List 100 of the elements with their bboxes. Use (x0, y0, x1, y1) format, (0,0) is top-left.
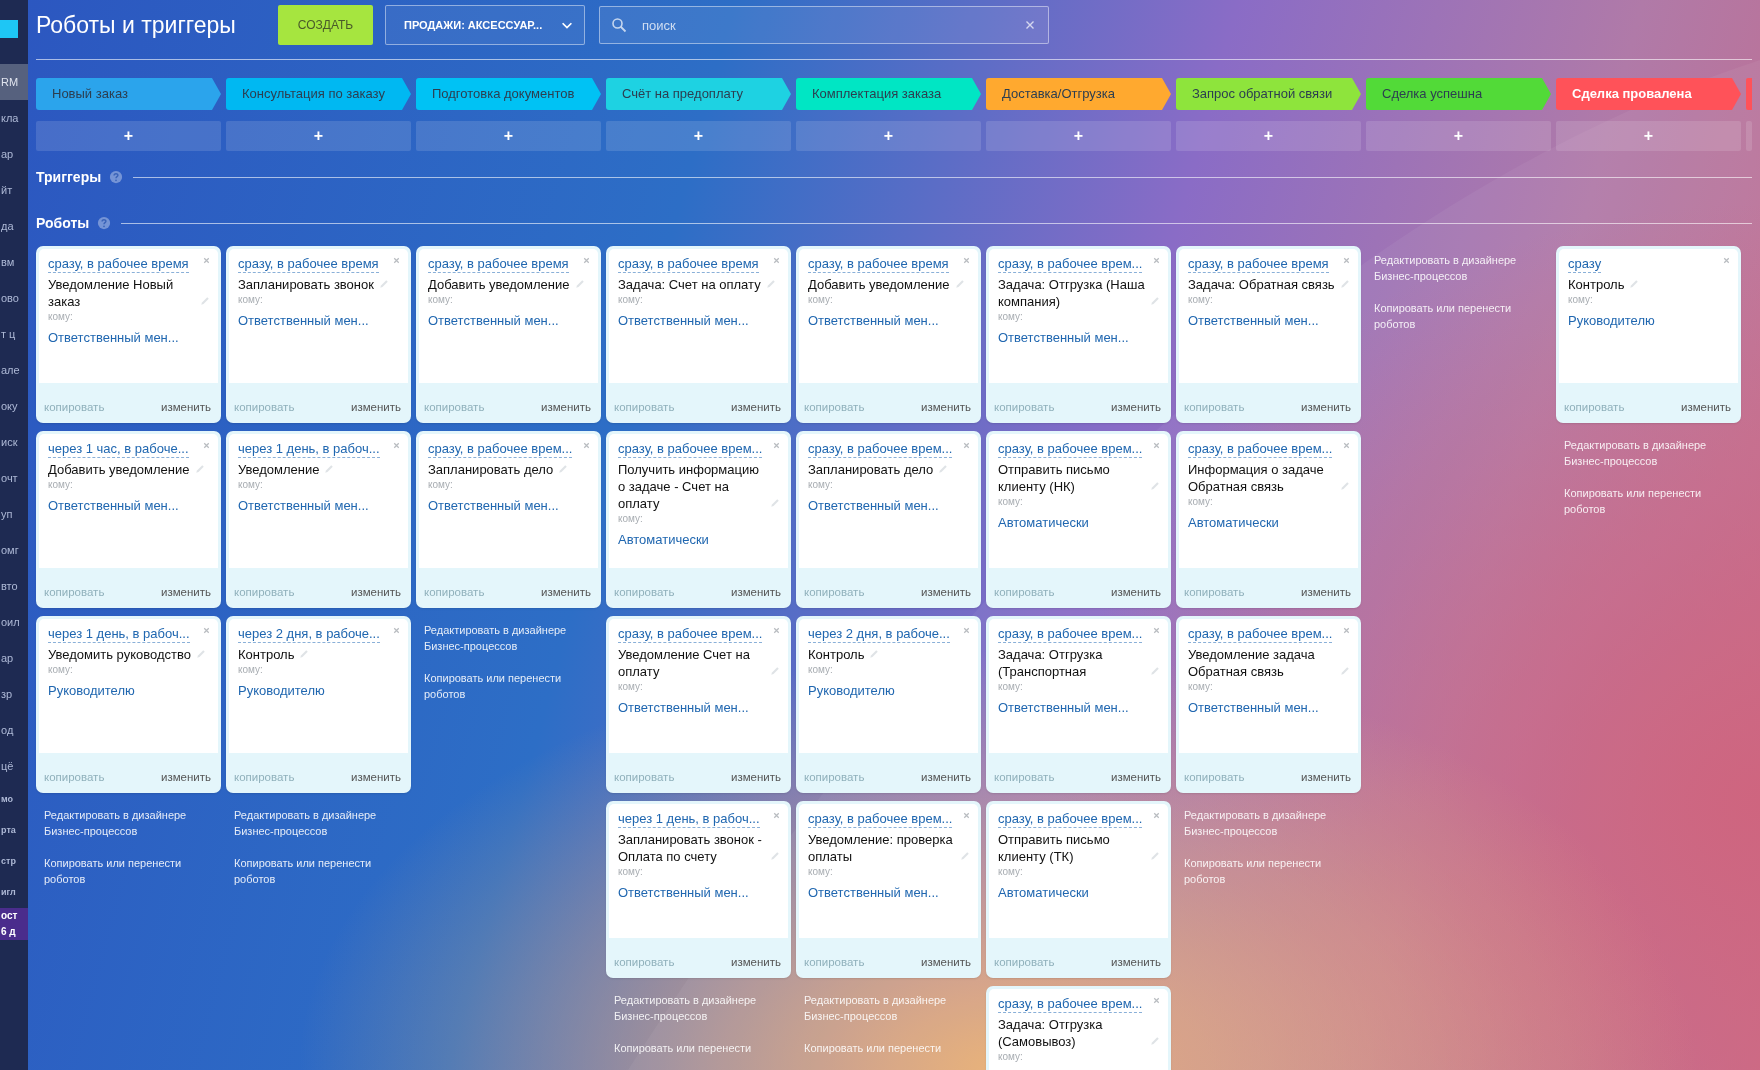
designer-link[interactable]: Копировать или перенести роботов (1366, 300, 1537, 332)
edit-button[interactable]: изменить (350, 401, 401, 413)
help-icon[interactable] (97, 216, 112, 230)
sidebar-item[interactable]: вм (0, 244, 28, 280)
sidebar-item[interactable]: иск (0, 424, 28, 460)
close-icon[interactable] (772, 811, 781, 820)
recipient-link[interactable]: Автоматически (998, 515, 1161, 530)
recipient-link[interactable]: Ответственный мен... (618, 885, 781, 900)
sidebar-item[interactable]: омг (0, 532, 28, 568)
close-icon[interactable] (962, 441, 971, 450)
designer-link[interactable]: Редактировать в дизайнере Бизнес-процессов (416, 622, 587, 654)
sidebar-item[interactable]: т ц (0, 316, 28, 352)
pencil-icon[interactable] (1339, 665, 1351, 677)
close-icon[interactable] (392, 256, 401, 265)
close-icon[interactable] (772, 626, 781, 635)
edit-button[interactable]: изменить (920, 771, 971, 783)
sidebar-item[interactable]: 6 д (0, 924, 28, 940)
sidebar-item[interactable]: RM (0, 64, 28, 100)
recipient-link[interactable]: Ответственный мен... (808, 313, 971, 328)
pencil-icon[interactable] (769, 850, 781, 862)
stage-tab[interactable]: Сделка провалена (1556, 78, 1741, 110)
stage-tab[interactable]: Доставка/Отгрузка (986, 78, 1171, 110)
close-icon[interactable] (1152, 256, 1161, 265)
recipient-link[interactable]: Ответственный мен... (48, 498, 211, 513)
edit-button[interactable]: изменить (920, 586, 971, 598)
help-icon[interactable] (109, 170, 124, 184)
add-trigger-button[interactable]: + (986, 121, 1171, 151)
stage-tab[interactable] (1746, 78, 1752, 110)
delay-link[interactable]: сразу, в рабочее врем... (808, 440, 953, 458)
delay-link[interactable]: через 1 день, в рабоч... (618, 810, 760, 828)
close-icon[interactable] (1342, 441, 1351, 450)
delay-link[interactable]: сразу, в рабочее время (618, 255, 759, 273)
edit-button[interactable]: изменить (160, 401, 211, 413)
recipient-link[interactable]: Ответственный мен... (998, 700, 1161, 715)
stage-tab[interactable]: Счёт на предоплату (606, 78, 791, 110)
delay-link[interactable]: через 2 дня, в рабоче... (238, 625, 380, 643)
close-icon[interactable] (962, 256, 971, 265)
delay-link[interactable]: сразу, в рабочее врем... (1188, 625, 1333, 643)
recipient-link[interactable]: Руководителю (48, 683, 211, 698)
pencil-icon[interactable] (1338, 278, 1351, 290)
add-trigger-button[interactable]: + (1176, 121, 1361, 151)
pencil-icon[interactable] (769, 665, 781, 677)
designer-link[interactable]: Редактировать в дизайнере Бизнес-процессов (36, 807, 207, 839)
edit-button[interactable]: изменить (920, 956, 971, 968)
sidebar-item[interactable]: мо (0, 784, 28, 815)
close-icon[interactable] (772, 441, 781, 450)
delay-link[interactable]: сразу, в рабочее время (238, 255, 379, 273)
pencil-icon[interactable] (1628, 278, 1641, 290)
delay-link[interactable]: сразу, в рабочее врем... (618, 440, 763, 458)
edit-button[interactable]: изменить (350, 771, 401, 783)
add-trigger-button[interactable]: + (226, 121, 411, 151)
close-icon[interactable] (1722, 256, 1731, 265)
sidebar-item[interactable]: ово (0, 280, 28, 316)
pencil-icon[interactable] (937, 463, 950, 475)
recipient-link[interactable]: Руководителю (808, 683, 971, 698)
edit-button[interactable]: изменить (1300, 586, 1351, 598)
sidebar-item[interactable]: да (0, 208, 28, 244)
sidebar-item[interactable]: йт (0, 172, 28, 208)
sidebar-item[interactable]: очт (0, 460, 28, 496)
sidebar-item[interactable]: ост (0, 908, 28, 924)
add-trigger-button[interactable]: + (796, 121, 981, 151)
designer-link[interactable]: Редактировать в дизайнере Бизнес-процессов (1556, 437, 1727, 469)
stage-tab[interactable]: Комплектация заказа (796, 78, 981, 110)
edit-button[interactable]: изменить (730, 956, 781, 968)
pencil-icon[interactable] (1149, 295, 1161, 307)
create-button[interactable]: СОЗДАТЬ (278, 5, 373, 45)
recipient-link[interactable]: Ответственный мен... (618, 700, 781, 715)
recipient-link[interactable]: Автоматически (1188, 515, 1351, 530)
close-icon[interactable] (1152, 441, 1161, 450)
add-trigger-button[interactable]: + (606, 121, 791, 151)
close-icon[interactable] (962, 626, 971, 635)
edit-button[interactable]: изменить (730, 401, 781, 413)
edit-button[interactable]: изменить (540, 586, 591, 598)
edit-button[interactable]: изменить (1110, 771, 1161, 783)
close-icon[interactable] (392, 626, 401, 635)
sidebar-item[interactable]: од (0, 712, 28, 748)
pencil-icon[interactable] (377, 278, 390, 290)
delay-link[interactable]: через 2 дня, в рабоче... (808, 625, 950, 643)
designer-link[interactable]: Редактировать в дизайнере Бизнес-процессов (226, 807, 397, 839)
edit-button[interactable]: изменить (540, 401, 591, 413)
delay-link[interactable]: через 1 день, в рабоч... (238, 440, 380, 458)
recipient-link[interactable]: Ответственный мен... (1188, 313, 1351, 328)
pencil-icon[interactable] (868, 648, 881, 660)
pencil-icon[interactable] (1339, 480, 1351, 492)
delay-link[interactable]: сразу, в рабочее врем... (998, 440, 1143, 458)
pencil-icon[interactable] (1149, 480, 1161, 492)
close-icon[interactable] (582, 441, 591, 450)
delay-link[interactable]: сразу, в рабочее время (808, 255, 949, 273)
delay-link[interactable]: через 1 день, в рабоч... (48, 625, 190, 643)
pipeline-dropdown[interactable]: ПРОДАЖИ: АКСЕССУАР... (385, 5, 585, 45)
delay-link[interactable]: сразу, в рабочее врем... (428, 440, 573, 458)
recipient-link[interactable]: Ответственный мен... (428, 313, 591, 328)
edit-button[interactable]: изменить (920, 401, 971, 413)
pencil-icon[interactable] (193, 463, 206, 475)
pencil-icon[interactable] (769, 497, 781, 509)
sidebar-item[interactable]: уп (0, 496, 28, 532)
sidebar-item[interactable]: але (0, 352, 28, 388)
close-icon[interactable] (962, 811, 971, 820)
pencil-icon[interactable] (194, 648, 207, 660)
pencil-icon[interactable] (573, 278, 586, 290)
